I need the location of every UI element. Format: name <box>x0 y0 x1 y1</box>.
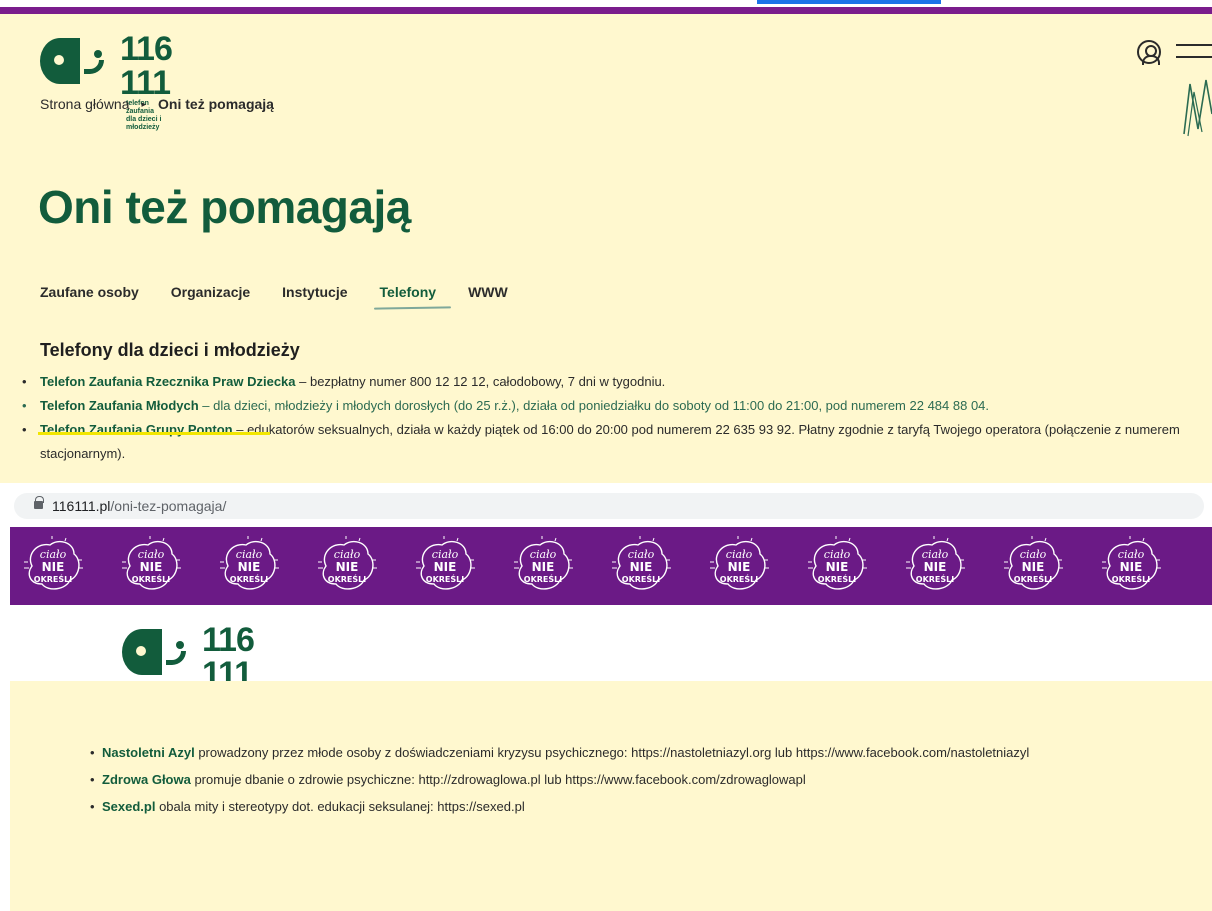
campaign-badge-icon: ciało NIE OKREŚLI <box>120 536 182 596</box>
svg-text:NIE: NIE <box>630 560 653 574</box>
svg-text:NIE: NIE <box>42 560 65 574</box>
svg-text:NIE: NIE <box>140 560 163 574</box>
svg-text:OKREŚLI: OKREŚLI <box>720 573 758 584</box>
svg-text:NIE: NIE <box>924 560 947 574</box>
tab-organizacje[interactable]: Organizacje <box>171 284 250 300</box>
page-title: Oni też pomagają <box>38 181 411 233</box>
hamburger-menu-icon[interactable] <box>1176 44 1212 60</box>
svg-text:OKREŚLI: OKREŚLI <box>426 573 464 584</box>
www-name[interactable]: Zdrowa Głowa <box>102 772 191 787</box>
lock-icon <box>34 496 44 509</box>
svg-text:OKREŚLI: OKREŚLI <box>1014 573 1052 584</box>
logo-mark-icon <box>38 28 118 88</box>
logo-number: 116 111 <box>120 30 173 102</box>
campaign-badge-icon: ciało NIE OKREŚLI <box>512 536 574 596</box>
svg-text:NIE: NIE <box>728 560 751 574</box>
svg-text:OKREŚLI: OKREŚLI <box>132 573 170 584</box>
campaign-badge-icon: ciało NIE OKREŚLI <box>708 536 770 596</box>
www-description: obala mity i stereotypy dot. edukacji se… <box>155 799 525 814</box>
phone-description: – dla dzieci, młodzieży i młodych dorosł… <box>198 398 990 413</box>
phone-description: – bezpłatny numer 800 12 12 12, całodobo… <box>295 374 666 389</box>
tab-zaufane-osoby[interactable]: Zaufane osoby <box>40 284 139 300</box>
svg-text:OKREŚLI: OKREŚLI <box>524 573 562 584</box>
campaign-badge-icon: ciało NIE OKREŚLI <box>904 536 966 596</box>
svg-text:OKREŚLI: OKREŚLI <box>1112 573 1150 584</box>
svg-text:OKREŚLI: OKREŚLI <box>34 573 72 584</box>
svg-text:OKREŚLI: OKREŚLI <box>818 573 856 584</box>
selected-tab-indicator <box>757 0 941 4</box>
category-tabs: Zaufane osoby Organizacje Instytucje Tel… <box>40 284 540 300</box>
campaign-badge-icon: ciało NIE OKREŚLI <box>22 536 84 596</box>
tab-telefony[interactable]: Telefony <box>380 284 437 300</box>
svg-text:NIE: NIE <box>826 560 849 574</box>
tab-www[interactable]: WWW <box>468 284 508 300</box>
breadcrumb: Strona główna ▸ Oni też pomagają <box>40 96 274 112</box>
page-section-bottom-header: 116 111 telefon zaufania dla dzieci i mł… <box>0 605 1212 722</box>
svg-text:NIE: NIE <box>434 560 457 574</box>
list-item: Sexed.pl obala mity i stereotypy dot. ed… <box>88 793 1208 820</box>
phone-name: Telefon Zaufania Rzecznika Praw Dziecka <box>40 374 296 389</box>
svg-text:OKREŚLI: OKREŚLI <box>328 573 366 584</box>
campaign-badge-icon: ciało NIE OKREŚLI <box>316 536 378 596</box>
logo-tagline-2: dla dzieci i młodzieży <box>126 116 162 131</box>
site-logo-bottom[interactable]: 116 111 telefon zaufania dla dzieci i mł… <box>120 619 255 722</box>
breadcrumb-current: Oni też pomagają <box>158 96 274 112</box>
campaign-banner: ciało NIE OKREŚLI ciało NIE OKREŚLI ciało NIE OK… <box>10 527 1212 605</box>
campaign-badge-icon: ciało NIE OKREŚLI <box>610 536 672 596</box>
site-logo[interactable]: 116 111 telefon zaufania dla dzieci i mł… <box>38 28 173 131</box>
campaign-badge-icon: ciało NIE OKREŚLI <box>1100 536 1162 596</box>
top-strip <box>0 0 1212 14</box>
phones-heading: Telefony dla dzieci i młodzieży <box>40 340 300 360</box>
tab-instytucje[interactable]: Instytucje <box>282 284 347 300</box>
url-input[interactable]: 116111.pl/oni-tez-pomagaja/ <box>14 493 1204 519</box>
decorative-lines-icon <box>1183 79 1212 137</box>
campaign-badge-icon: ciało NIE OKREŚLI <box>806 536 868 596</box>
page-section-bottom: Nastoletni Azyl prowadzony przez młode o… <box>10 681 1212 911</box>
logo-mark-icon <box>120 619 200 679</box>
phones-list: Telefon Zaufania Rzecznika Praw Dziecka … <box>18 370 1198 466</box>
purple-top-border <box>0 7 1212 14</box>
browser-address-bar: 116111.pl/oni-tez-pomagaja/ <box>0 483 1212 527</box>
list-item: Nastoletni Azyl prowadzony przez młode o… <box>88 739 1208 766</box>
list-item: Telefon Zaufania Młodych – dla dzieci, m… <box>18 394 1198 418</box>
url-domain: 116111.pl <box>52 498 111 514</box>
www-list: Nastoletni Azyl prowadzony przez młode o… <box>88 739 1208 820</box>
campaign-badge-icon: ciało NIE OKREŚLI <box>218 536 280 596</box>
highlight-underline <box>38 432 270 435</box>
url-path: /oni-tez-pomagaja/ <box>110 498 227 514</box>
campaign-badge-icon: ciało NIE OKREŚLI <box>1002 536 1064 596</box>
www-name[interactable]: Sexed.pl <box>102 799 155 814</box>
svg-text:OKREŚLI: OKREŚLI <box>622 573 660 584</box>
breadcrumb-home-link[interactable]: Strona główna <box>40 96 130 112</box>
campaign-badge-icon: ciało NIE OKREŚLI <box>414 536 476 596</box>
svg-text:NIE: NIE <box>336 560 359 574</box>
phone-name: Telefon Zaufania Młodych <box>40 398 199 413</box>
breadcrumb-separator-icon: ▸ <box>141 98 147 109</box>
svg-text:NIE: NIE <box>1022 560 1045 574</box>
svg-text:OKREŚLI: OKREŚLI <box>916 573 954 584</box>
svg-text:NIE: NIE <box>1120 560 1143 574</box>
svg-text:NIE: NIE <box>532 560 555 574</box>
www-description: promuje dbanie o zdrowie psychiczne: htt… <box>190 772 806 787</box>
www-name[interactable]: Nastoletni Azyl <box>102 745 195 760</box>
svg-text:OKREŚLI: OKREŚLI <box>230 573 268 584</box>
list-item: Zdrowa Głowa promuje dbanie o zdrowie ps… <box>88 766 1208 793</box>
svg-text:NIE: NIE <box>238 560 261 574</box>
list-item: Telefon Zaufania Rzecznika Praw Dziecka … <box>18 370 1198 394</box>
page-section-top: 116 111 telefon zaufania dla dzieci i mł… <box>0 14 1212 483</box>
user-account-icon[interactable] <box>1137 40 1161 65</box>
www-description: prowadzony przez młode osoby z doświadcz… <box>194 745 1030 760</box>
list-item: Telefon Zaufania Grupy Ponton – edukator… <box>18 418 1198 466</box>
